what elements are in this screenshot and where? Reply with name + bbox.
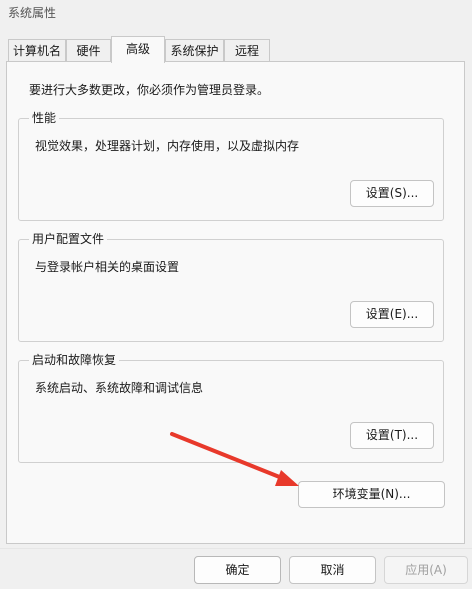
performance-description: 视觉效果，处理器计划，内存使用，以及虚拟内存 bbox=[35, 139, 300, 153]
tab-system-protection[interactable]: 系统保护 bbox=[165, 39, 224, 61]
performance-settings-button[interactable]: 设置(S)... bbox=[350, 180, 434, 207]
tab-hardware[interactable]: 硬件 bbox=[66, 39, 111, 61]
tab-advanced[interactable]: 高级 bbox=[111, 36, 165, 63]
performance-group-title: 性能 bbox=[29, 111, 60, 125]
window-title: 系统属性 bbox=[8, 6, 57, 20]
startup-recovery-group-title: 启动和故障恢复 bbox=[29, 353, 120, 367]
admin-notice: 要进行大多数更改，你必须作为管理员登录。 bbox=[29, 83, 270, 97]
environment-variables-button[interactable]: 环境变量(N)... bbox=[298, 481, 445, 508]
user-profile-settings-button[interactable]: 设置(E)... bbox=[350, 301, 434, 328]
startup-recovery-description: 系统启动、系统故障和调试信息 bbox=[35, 381, 204, 395]
user-profile-description: 与登录帐户相关的桌面设置 bbox=[35, 260, 180, 274]
startup-recovery-group: 启动和故障恢复 系统启动、系统故障和调试信息 设置(T)... bbox=[18, 353, 444, 463]
user-profile-group-title: 用户配置文件 bbox=[29, 232, 108, 246]
ok-button[interactable]: 确定 bbox=[194, 556, 281, 584]
user-profile-group: 用户配置文件 与登录帐户相关的桌面设置 设置(E)... bbox=[18, 232, 444, 342]
apply-button[interactable]: 应用(A) bbox=[384, 556, 468, 584]
startup-recovery-settings-button[interactable]: 设置(T)... bbox=[350, 422, 434, 449]
cancel-button[interactable]: 取消 bbox=[289, 556, 376, 584]
performance-group: 性能 视觉效果，处理器计划，内存使用，以及虚拟内存 设置(S)... bbox=[18, 111, 444, 221]
tab-computer-name[interactable]: 计算机名 bbox=[8, 39, 66, 61]
footer-divider bbox=[0, 548, 472, 549]
tab-remote[interactable]: 远程 bbox=[224, 39, 270, 61]
